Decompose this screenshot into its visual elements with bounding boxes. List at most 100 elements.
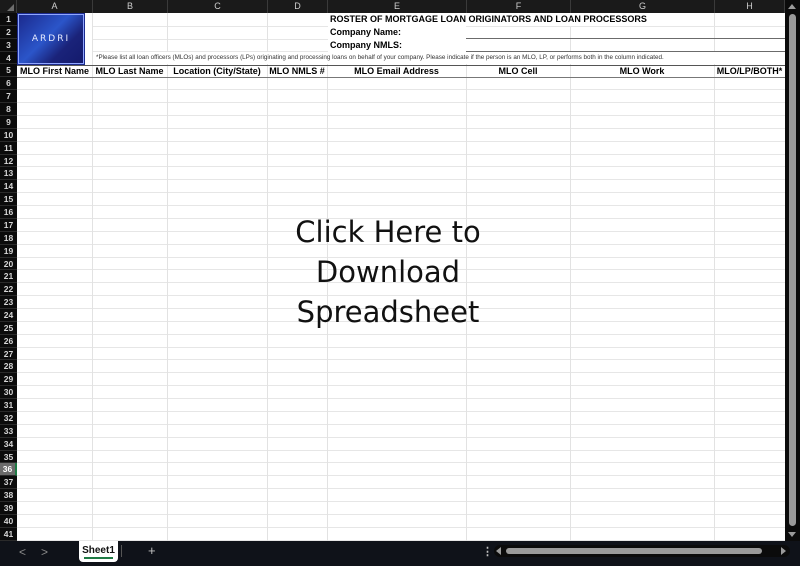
column-header-b[interactable]: B (93, 0, 168, 13)
scroll-right-icon[interactable] (781, 547, 786, 555)
row-header-40[interactable]: 40 (0, 514, 17, 528)
row-header-21[interactable]: 21 (0, 270, 17, 284)
row-header-22[interactable]: 22 (0, 283, 17, 297)
row-header-8[interactable]: 8 (0, 103, 17, 116)
vertical-scrollbar[interactable] (785, 0, 800, 541)
row-header-25[interactable]: 25 (0, 321, 17, 335)
header-mlo-work: MLO Work (619, 66, 665, 76)
row-header-26[interactable]: 26 (0, 334, 17, 348)
horizontal-scrollbar[interactable] (494, 545, 790, 557)
gridline (17, 501, 785, 503)
scroll-down-icon[interactable] (788, 532, 796, 537)
column-header-f[interactable]: F (467, 0, 571, 13)
gridline (570, 13, 571, 541)
horizontal-scroll-thumb[interactable] (506, 548, 762, 554)
row-header-2[interactable]: 2 (0, 25, 17, 39)
header-location: Location (City/State) (173, 66, 261, 76)
gridline (17, 166, 785, 168)
gridline (167, 13, 168, 52)
row-header-17[interactable]: 17 (0, 218, 17, 232)
row-header-13[interactable]: 13 (0, 167, 17, 181)
row-header-11[interactable]: 11 (0, 141, 17, 155)
row-header-31[interactable]: 31 (0, 399, 17, 412)
gridline (93, 25, 328, 27)
header-mlo-nmls: MLO NMLS # (269, 66, 325, 76)
company-nmls-label: Company NMLS: (330, 40, 402, 50)
gridline (17, 192, 785, 194)
gridline (17, 423, 785, 425)
header-mlo-email: MLO Email Address (354, 66, 439, 76)
add-sheet-icon[interactable]: + (148, 543, 156, 558)
gridline (167, 13, 168, 541)
gridline (17, 359, 785, 361)
row-header-38[interactable]: 38 (0, 489, 17, 503)
row-header-16[interactable]: 16 (0, 206, 17, 219)
row-header-3[interactable]: 3 (0, 38, 17, 52)
next-sheet-icon[interactable]: > (41, 545, 48, 559)
row-header-15[interactable]: 15 (0, 193, 17, 207)
gridline (17, 436, 785, 438)
row-header-14[interactable]: 14 (0, 180, 17, 194)
tab-separator (121, 545, 122, 557)
row-header-32[interactable]: 32 (0, 411, 17, 425)
gridline (17, 114, 785, 116)
gridline (92, 13, 93, 541)
company-nmls-field[interactable] (466, 51, 785, 52)
row-header-34[interactable]: 34 (0, 437, 17, 451)
scroll-left-icon[interactable] (496, 547, 501, 555)
row-header-36[interactable]: 36 (0, 463, 17, 477)
column-header-a[interactable]: A (17, 0, 93, 13)
column-header-e[interactable]: E (328, 0, 467, 13)
gridline (17, 140, 785, 142)
previous-sheet-icon[interactable]: < (19, 545, 26, 559)
row-header-5[interactable]: 5 (0, 64, 17, 78)
scroll-up-icon[interactable] (788, 4, 796, 9)
row-header-35[interactable]: 35 (0, 450, 17, 464)
gridline (17, 333, 785, 335)
row-header-24[interactable]: 24 (0, 309, 17, 322)
gridline (17, 153, 785, 155)
row-header-9[interactable]: 9 (0, 115, 17, 129)
row-header-23[interactable]: 23 (0, 296, 17, 309)
gridline (17, 462, 785, 464)
column-header-c[interactable]: C (168, 0, 268, 13)
company-name-field[interactable] (466, 38, 785, 39)
row-header-39[interactable]: 39 (0, 502, 17, 515)
gridline (17, 179, 785, 181)
gridline (714, 13, 715, 541)
header-mlo-lp-both: MLO/LP/BOTH* (716, 66, 783, 76)
column-header-h[interactable]: H (715, 0, 785, 13)
more-options-icon[interactable]: ⋮ (482, 545, 493, 558)
row-header-30[interactable]: 30 (0, 386, 17, 400)
row-header-6[interactable]: 6 (0, 77, 17, 91)
row-header-7[interactable]: 7 (0, 90, 17, 104)
sheet-tab-sheet1[interactable]: Sheet1 (79, 541, 118, 562)
row-header-18[interactable]: 18 (0, 231, 17, 245)
gridline (466, 25, 785, 27)
column-header-g[interactable]: G (571, 0, 715, 13)
header-mlo-cell: MLO Cell (498, 66, 538, 76)
sheet-tab-bar: < > Sheet1 + ⋮ (0, 541, 800, 566)
row-header-12[interactable]: 12 (0, 154, 17, 168)
row-header-1[interactable]: 1 (0, 13, 17, 26)
gridline (17, 385, 785, 387)
gridline (17, 89, 785, 91)
row-header-29[interactable]: 29 (0, 373, 17, 387)
gridline (17, 513, 785, 515)
row-header-4[interactable]: 4 (0, 51, 17, 65)
row-header-37[interactable]: 37 (0, 476, 17, 490)
select-all-triangle-icon (7, 4, 14, 11)
row-header-28[interactable]: 28 (0, 360, 17, 374)
gridline (17, 410, 785, 412)
select-all-corner[interactable] (0, 0, 17, 13)
row-header-10[interactable]: 10 (0, 128, 17, 142)
vertical-scroll-thumb[interactable] (789, 14, 796, 526)
row-header-41[interactable]: 41 (0, 527, 17, 541)
row-header-33[interactable]: 33 (0, 424, 17, 438)
column-header-d[interactable]: D (268, 0, 328, 13)
row-header-19[interactable]: 19 (0, 244, 17, 258)
row-header-27[interactable]: 27 (0, 347, 17, 361)
row-header-20[interactable]: 20 (0, 257, 17, 271)
download-spreadsheet-link[interactable]: Click Here to Download Spreadsheet (250, 212, 526, 332)
gridline (17, 449, 785, 451)
